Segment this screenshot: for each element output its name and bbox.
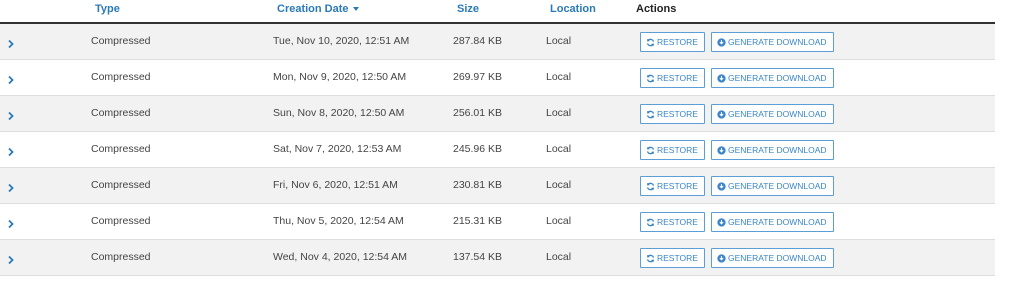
cell-location: Local	[546, 215, 572, 227]
table-row: Compressed Sat, Nov 7, 2020, 12:53 AM 245.…	[0, 132, 995, 168]
cell-size: 269.97 KB	[453, 71, 503, 83]
restore-button[interactable]: RESTORE	[640, 248, 705, 268]
restore-button[interactable]: RESTORE	[640, 140, 705, 160]
cell-type: Compressed	[91, 215, 151, 227]
cell-creation-date: Thu, Nov 5, 2020, 12:54 AM	[273, 215, 404, 227]
cell-size: 256.01 KB	[453, 107, 503, 119]
header-creation-date[interactable]: Creation Date	[277, 3, 359, 15]
cell-type: Compressed	[91, 71, 151, 83]
restore-button-label: RESTORE	[657, 145, 698, 155]
cell-creation-date: Wed, Nov 4, 2020, 12:54 AM	[273, 251, 408, 263]
restore-button[interactable]: RESTORE	[640, 176, 705, 196]
table-row: Compressed Tue, Nov 10, 2020, 12:51 AM 287…	[0, 24, 995, 60]
cell-creation-date: Tue, Nov 10, 2020, 12:51 AM	[273, 35, 410, 47]
generate-download-button-label: GENERATE DOWNLOAD	[728, 181, 827, 191]
download-circle-icon	[717, 71, 726, 89]
download-circle-icon	[717, 251, 726, 269]
table-row: Compressed Thu, Nov 5, 2020, 12:54 AM 215.…	[0, 204, 995, 240]
cell-type: Compressed	[91, 107, 151, 119]
refresh-icon	[646, 251, 655, 269]
cell-location: Local	[546, 251, 572, 263]
download-circle-icon	[717, 179, 726, 197]
generate-download-button[interactable]: GENERATE DOWNLOAD	[711, 32, 834, 52]
chevron-right-icon[interactable]	[6, 36, 16, 49]
cell-creation-date: Fri, Nov 6, 2020, 12:51 AM	[273, 179, 398, 191]
cell-type: Compressed	[91, 179, 151, 191]
cell-size: 287.84 KB	[453, 35, 503, 47]
chevron-right-icon[interactable]	[6, 144, 16, 157]
restore-button-label: RESTORE	[657, 181, 698, 191]
restore-button[interactable]: RESTORE	[640, 32, 705, 52]
table-header: Type Creation Date Size Location Actions	[0, 0, 995, 24]
cell-location: Local	[546, 71, 572, 83]
cell-creation-date: Mon, Nov 9, 2020, 12:50 AM	[273, 71, 407, 83]
table-row: Compressed Sun, Nov 8, 2020, 12:50 AM 256.…	[0, 96, 995, 132]
cell-type: Compressed	[91, 143, 151, 155]
restore-button-label: RESTORE	[657, 73, 698, 83]
cell-size: 245.96 KB	[453, 143, 503, 155]
header-size[interactable]: Size	[457, 3, 479, 15]
generate-download-button[interactable]: GENERATE DOWNLOAD	[711, 248, 834, 268]
header-actions: Actions	[636, 3, 677, 15]
download-circle-icon	[717, 107, 726, 125]
header-creation-date-label: Creation Date	[277, 3, 349, 15]
generate-download-button[interactable]: GENERATE DOWNLOAD	[711, 104, 834, 124]
restore-button[interactable]: RESTORE	[640, 104, 705, 124]
refresh-icon	[646, 35, 655, 53]
refresh-icon	[646, 215, 655, 233]
refresh-icon	[646, 107, 655, 125]
generate-download-button-label: GENERATE DOWNLOAD	[728, 217, 827, 227]
table-body: Compressed Tue, Nov 10, 2020, 12:51 AM 287…	[0, 24, 995, 276]
backups-table: Type Creation Date Size Location Actions…	[0, 0, 995, 276]
download-circle-icon	[717, 143, 726, 161]
generate-download-button-label: GENERATE DOWNLOAD	[728, 73, 827, 83]
sort-desc-icon	[352, 7, 359, 11]
restore-button-label: RESTORE	[657, 253, 698, 263]
generate-download-button[interactable]: GENERATE DOWNLOAD	[711, 68, 834, 88]
generate-download-button[interactable]: GENERATE DOWNLOAD	[711, 212, 834, 232]
chevron-right-icon[interactable]	[6, 108, 16, 121]
cell-creation-date: Sun, Nov 8, 2020, 12:50 AM	[273, 107, 405, 119]
chevron-right-icon[interactable]	[6, 216, 16, 229]
restore-button-label: RESTORE	[657, 37, 698, 47]
cell-type: Compressed	[91, 251, 151, 263]
generate-download-button-label: GENERATE DOWNLOAD	[728, 253, 827, 263]
refresh-icon	[646, 71, 655, 89]
cell-type: Compressed	[91, 35, 151, 47]
cell-size: 215.31 KB	[453, 215, 503, 227]
generate-download-button[interactable]: GENERATE DOWNLOAD	[711, 176, 834, 196]
restore-button-label: RESTORE	[657, 109, 698, 119]
generate-download-button-label: GENERATE DOWNLOAD	[728, 37, 827, 47]
generate-download-button-label: GENERATE DOWNLOAD	[728, 109, 827, 119]
generate-download-button[interactable]: GENERATE DOWNLOAD	[711, 140, 834, 160]
download-circle-icon	[717, 35, 726, 53]
chevron-right-icon[interactable]	[6, 252, 16, 265]
cell-location: Local	[546, 179, 572, 191]
cell-creation-date: Sat, Nov 7, 2020, 12:53 AM	[273, 143, 402, 155]
table-row: Compressed Fri, Nov 6, 2020, 12:51 AM 230.…	[0, 168, 995, 204]
table-row: Compressed Mon, Nov 9, 2020, 12:50 AM 269.…	[0, 60, 995, 96]
restore-button[interactable]: RESTORE	[640, 212, 705, 232]
restore-button-label: RESTORE	[657, 217, 698, 227]
download-circle-icon	[717, 215, 726, 233]
cell-location: Local	[546, 143, 572, 155]
generate-download-button-label: GENERATE DOWNLOAD	[728, 145, 827, 155]
cell-size: 137.54 KB	[453, 251, 503, 263]
chevron-right-icon[interactable]	[6, 72, 16, 85]
cell-location: Local	[546, 107, 572, 119]
table-row: Compressed Wed, Nov 4, 2020, 12:54 AM 137.…	[0, 240, 995, 276]
refresh-icon	[646, 179, 655, 197]
cell-size: 230.81 KB	[453, 179, 503, 191]
chevron-right-icon[interactable]	[6, 180, 16, 193]
restore-button[interactable]: RESTORE	[640, 68, 705, 88]
header-location[interactable]: Location	[550, 3, 596, 15]
cell-location: Local	[546, 35, 572, 47]
refresh-icon	[646, 143, 655, 161]
header-type[interactable]: Type	[95, 3, 120, 15]
